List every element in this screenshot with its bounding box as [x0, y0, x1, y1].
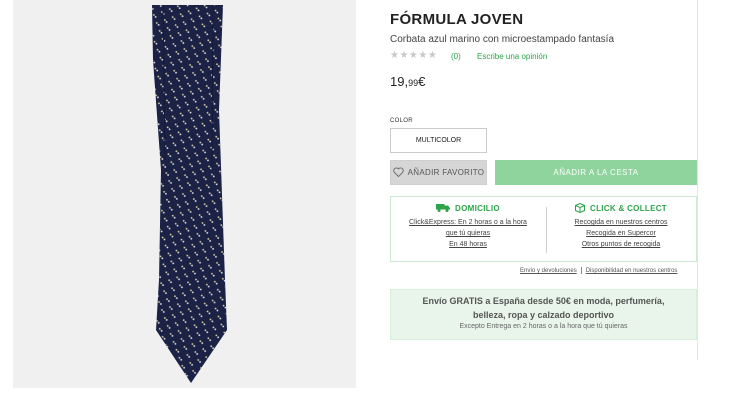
home-delivery-header: DOMICILIO [393, 203, 543, 214]
product-title: Corbata azul marino con microestampado f… [390, 34, 615, 45]
link-separator [580, 267, 582, 274]
delivery-options: DOMICILIO Click&Express: En 2 horas o a … [390, 196, 697, 262]
add-to-cart-button[interactable]: AÑADIR A LA CESTA [495, 160, 697, 185]
promo-line-1: Envío GRATIS a España desde 50€ en moda,… [422, 296, 665, 306]
divider [697, 0, 698, 360]
store-availability-link[interactable]: Disponibilidad en nuestros centros [586, 268, 678, 274]
free-shipping-banner: Envío GRATIS a España desde 50€ en moda,… [390, 289, 697, 340]
price-cents: 99 [408, 78, 419, 88]
add-favorite-label: AÑADIR FAVORITO [407, 168, 485, 177]
home-delivery-title: DOMICILIO [455, 204, 500, 213]
other-pickup-points-link[interactable]: Otros puntos de recogida [546, 239, 696, 250]
click-collect: CLICK & COLLECT Recogida en nuestros cen… [546, 202, 696, 250]
click-express-link[interactable]: Click&Express: En 2 horas o a la hora que… [393, 217, 543, 239]
home-delivery: DOMICILIO Click&Express: En 2 horas o a … [393, 203, 543, 250]
click-express-line1: Click&Express: En 2 horas o a la hora [409, 219, 527, 226]
click-collect-title: CLICK & COLLECT [590, 204, 667, 213]
add-favorite-button[interactable]: AÑADIR FAVORITO [390, 160, 487, 185]
write-review-link[interactable]: Escribe una opinión [477, 52, 547, 61]
promo-line-2: belleza, ropa y calzado deportivo [472, 310, 615, 320]
promo-headline: Envío GRATIS a España desde 50€ en moda,… [391, 294, 696, 322]
price-currency: € [418, 74, 426, 89]
color-option-multicolor[interactable]: MULTICOLOR [390, 128, 487, 153]
pickup-centers-link[interactable]: Recogida en nuestros centros [546, 217, 696, 228]
price-main: 19, [390, 74, 409, 89]
rating-count[interactable]: (0) [451, 52, 461, 61]
heart-icon [392, 166, 404, 179]
click-express-line2: que tú quieras [445, 230, 491, 237]
info-links: Envío y devoluciones Disponibilidad en nu… [520, 267, 677, 274]
product-image[interactable] [13, 0, 356, 388]
click-collect-header: CLICK & COLLECT [546, 202, 696, 215]
shipping-returns-link[interactable]: Envío y devoluciones [520, 268, 577, 274]
pickup-supercor-link[interactable]: Recogida en Supercor [546, 228, 696, 239]
promo-note: Excepto Entrega en 2 horas o a la hora q… [459, 323, 628, 330]
price: 19,99€ [390, 74, 425, 89]
tie-image [152, 5, 227, 383]
48h-link[interactable]: En 48 horas [393, 239, 543, 250]
box-icon [575, 202, 586, 215]
rating-stars: ★★★★★ [390, 50, 438, 61]
brand-title[interactable]: FÓRMULA JOVEN [390, 11, 523, 28]
truck-icon [436, 203, 451, 214]
color-label: COLOR [390, 118, 413, 124]
